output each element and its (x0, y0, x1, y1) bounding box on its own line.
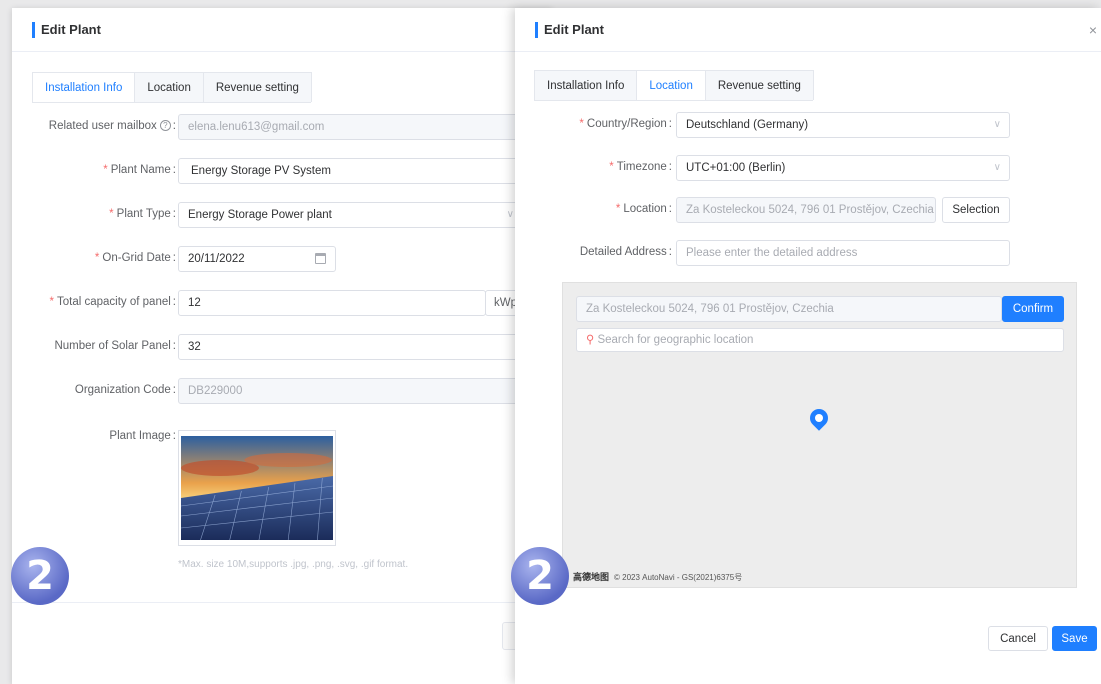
tab-location[interactable]: Location (636, 70, 706, 100)
plant-type-value: Energy Storage Power plant (188, 209, 332, 221)
tab-bar: Installation Info Location Revenue setti… (32, 72, 312, 103)
plant-image-upload[interactable] (178, 430, 336, 546)
plant-name-label: Plant Name (110, 164, 171, 176)
confirm-button[interactable]: Confirm (1002, 296, 1064, 322)
tab-bar: Installation Info Location Revenue setti… (534, 70, 814, 101)
country-select[interactable]: Deutschland (Germany) ∨ (676, 112, 1010, 138)
chevron-down-icon: ∨ (993, 119, 1001, 130)
org-code-field: DB229000 (178, 378, 558, 404)
capacity-input[interactable]: 12 (178, 290, 486, 316)
footer-divider (12, 602, 552, 603)
tab-location[interactable]: Location (134, 72, 204, 102)
map-panel[interactable]: Za Kosteleckou 5024, 796 01 Prostějov, C… (562, 282, 1077, 588)
tab-revenue-setting[interactable]: Revenue setting (202, 72, 312, 102)
plant-type-label: Plant Type (116, 208, 171, 220)
capacity-label: Total capacity of panel (57, 296, 171, 308)
tab-installation-info[interactable]: Installation Info (534, 70, 638, 100)
calendar-icon (315, 253, 326, 264)
map-search-input[interactable]: ⚲ Search for geographic location (576, 328, 1064, 352)
mailbox-label-row: Related user mailbox?: (48, 120, 176, 132)
plant-name-input[interactable]: Energy Storage PV System (178, 158, 558, 184)
map-pin-icon[interactable] (806, 405, 832, 431)
dialog-title: Edit Plant (32, 22, 101, 38)
map-search-placeholder: Search for geographic location (597, 334, 754, 346)
step-badge-right: 2 (511, 547, 569, 605)
timezone-value: UTC+01:00 (Berlin) (686, 162, 786, 174)
close-icon[interactable]: × (1089, 22, 1097, 38)
plant-image-hint: *Max. size 10M,supports .jpg, .png, .svg… (178, 559, 409, 570)
on-grid-date-value: 20/11/2022 (188, 253, 245, 265)
country-label: Country/Region (586, 118, 667, 130)
plant-image-label: Plant Image (109, 430, 171, 442)
mailbox-label: Related user mailbox (48, 120, 157, 132)
step-badge-left: 2 (11, 547, 69, 605)
save-button[interactable]: Save (1052, 626, 1097, 651)
plant-type-select[interactable]: Energy Storage Power plant ∨ (178, 202, 523, 228)
timezone-select[interactable]: UTC+01:00 (Berlin) ∨ (676, 155, 1010, 181)
dialog-title: Edit Plant (535, 22, 604, 38)
map-brand-logo: 高德地图 (573, 572, 610, 582)
cancel-button[interactable]: Cancel (988, 626, 1048, 651)
detailed-address-label: Detailed Address (579, 246, 667, 258)
edit-plant-dialog-installation: Edit Plant Installation Info Location Re… (12, 8, 565, 684)
help-icon[interactable]: ? (159, 120, 171, 132)
edit-plant-dialog-location: Edit Plant × Installation Info Location … (515, 8, 1101, 684)
tab-revenue-setting[interactable]: Revenue setting (704, 70, 814, 100)
selection-button[interactable]: Selection (942, 197, 1010, 223)
location-field: Za Kosteleckou 5024, 796 01 Prostějov, C… (676, 197, 936, 223)
dialog-header: Edit Plant × (515, 8, 1101, 52)
detailed-address-input[interactable]: Please enter the detailed address (676, 240, 1010, 266)
solar-panel-photo (181, 436, 333, 540)
country-value: Deutschland (Germany) (686, 119, 809, 131)
org-code-label: Organization Code (74, 384, 171, 396)
chevron-down-icon: ∨ (993, 162, 1001, 173)
solar-panel-count-label: Number of Solar Panel (54, 340, 171, 352)
mailbox-field: elena.lenu613@gmail.com (178, 114, 558, 140)
map-attribution: 高德地图 © 2023 AutoNavi - GS(2021)6375号 (573, 570, 742, 583)
on-grid-date-label: On-Grid Date (102, 252, 171, 264)
chevron-down-icon: ∨ (506, 209, 514, 220)
dialog-header: Edit Plant (12, 8, 552, 52)
search-icon: ⚲ (586, 334, 595, 346)
location-label: Location (623, 203, 667, 215)
solar-panel-count-input[interactable]: 32 (178, 334, 558, 360)
on-grid-date-picker[interactable]: 20/11/2022 (178, 246, 336, 272)
timezone-label: Timezone (616, 161, 667, 173)
detailed-address-placeholder: Please enter the detailed address (686, 247, 858, 259)
map-copyright: © 2023 AutoNavi - GS(2021)6375号 (614, 573, 743, 582)
map-address-field: Za Kosteleckou 5024, 796 01 Prostějov, C… (576, 296, 1002, 322)
tab-installation-info[interactable]: Installation Info (32, 72, 136, 102)
